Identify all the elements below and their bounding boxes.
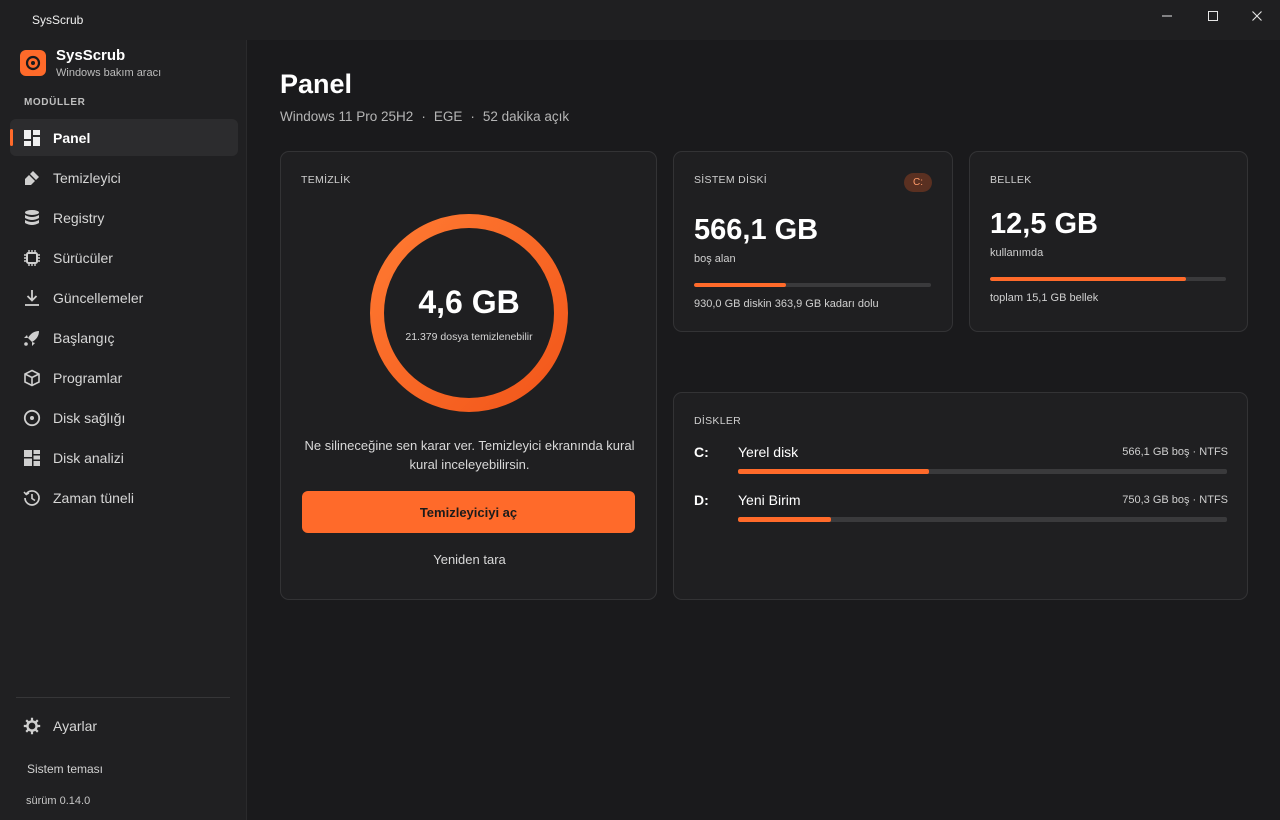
cleanable-size: 4,6 GB: [418, 284, 520, 320]
disks-card: DİSKLER C: Yerel disk 566,1 GB boş · NTF…: [673, 392, 1248, 600]
cleanup-card: TEMİZLİK 4,6 GB 21.379 dosya temizlenebi…: [280, 151, 657, 600]
uptime: 52 dakika açık: [482, 109, 570, 124]
maximize-icon: [1208, 11, 1218, 21]
sidebar: SysScrub Windows bakım aracı MODÜLLER Pa…: [0, 40, 247, 820]
title-bar: SysScrub: [0, 0, 1280, 40]
drive-badge: C:: [904, 173, 932, 192]
system-disk-card: SİSTEM DİSKİ C: 566,1 GB boş alan 930,0 …: [673, 151, 953, 332]
memory-label: BELLEK: [990, 174, 1032, 186]
sidebar-item-settings[interactable]: Ayarlar: [22, 716, 97, 736]
open-cleaner-button[interactable]: Temizleyiciyi aç: [302, 491, 635, 533]
memory-used-label: kullanımda: [990, 247, 1044, 259]
disk-info: 566,1 GB boş · NTFS: [1122, 446, 1228, 458]
sidebar-nav: Panel Temizleyici Registry Sürücüler Gün…: [10, 119, 238, 519]
broom-icon: [22, 168, 42, 188]
page-title: Panel: [280, 69, 353, 99]
cleanable-file-count: 21.379 dosya temizlenebilir: [405, 331, 533, 343]
disks-label: DİSKLER: [694, 415, 742, 427]
modules-section-label: MODÜLLER: [24, 97, 86, 108]
download-icon: [22, 288, 42, 308]
system-disk-free-label: boş alan: [694, 253, 736, 265]
sidebar-item-drivers[interactable]: Sürücüler: [10, 239, 238, 276]
cleanup-description: Ne silineceğine sen karar ver. Temizleyi…: [304, 438, 635, 472]
system-disk-free: 566,1 GB: [694, 214, 819, 246]
database-icon: [22, 208, 42, 228]
sidebar-item-timeline[interactable]: Zaman tüneli: [10, 479, 238, 516]
disk-letter: C:: [694, 444, 709, 460]
memory-used: 12,5 GB: [990, 208, 1098, 240]
close-button[interactable]: [1234, 0, 1280, 32]
sidebar-item-label: Panel: [53, 129, 91, 146]
sidebar-item-label: Güncellemeler: [53, 289, 144, 306]
history-icon: [22, 488, 42, 508]
sidebar-item-label: Disk analizi: [53, 449, 124, 466]
version-label: sürüm 0.14.0: [26, 795, 91, 807]
sidebar-item-disk-health[interactable]: Disk sağlığı: [10, 399, 238, 436]
sidebar-item-label: Programlar: [53, 369, 123, 386]
main-content: Panel Windows 11 Pro 25H2 · EGE · 52 dak…: [248, 40, 1280, 820]
window-title: SysScrub: [32, 13, 84, 27]
cleanup-ring: 4,6 GB 21.379 dosya temizlenebilir: [367, 211, 571, 415]
sidebar-item-label: Sürücüler: [53, 249, 113, 266]
minimize-icon: [1162, 15, 1172, 17]
app-logo-icon: [20, 50, 46, 76]
brand: SysScrub Windows bakım aracı: [20, 48, 161, 79]
sidebar-item-registry[interactable]: Registry: [10, 199, 238, 236]
disk-letter: D:: [694, 492, 709, 508]
system-info: Windows 11 Pro 25H2 · EGE · 52 dakika aç…: [280, 109, 570, 124]
maximize-button[interactable]: [1190, 0, 1236, 32]
disk-name: Yerel disk: [738, 444, 799, 460]
close-icon: [1252, 11, 1262, 21]
sidebar-item-label: Başlangıç: [53, 329, 115, 346]
rescan-button[interactable]: Yeniden tara: [281, 552, 658, 567]
disk-name: Yeni Birim: [738, 492, 801, 508]
settings-label: Ayarlar: [53, 718, 98, 734]
brand-subtitle: Windows bakım aracı: [56, 67, 162, 79]
sidebar-item-cleaner[interactable]: Temizleyici: [10, 159, 238, 196]
sidebar-item-updates[interactable]: Güncellemeler: [10, 279, 238, 316]
disk-info: 750,3 GB boş · NTFS: [1122, 494, 1228, 506]
sidebar-item-label: Zaman tüneli: [53, 489, 134, 506]
sidebar-item-label: Registry: [53, 209, 105, 226]
host-name: EGE: [433, 109, 463, 124]
rocket-icon: [22, 328, 42, 348]
memory-footer: toplam 15,1 GB bellek: [990, 292, 1099, 304]
package-icon: [22, 368, 42, 388]
sidebar-item-programs[interactable]: Programlar: [10, 359, 238, 396]
sidebar-item-startup[interactable]: Başlangıç: [10, 319, 238, 356]
cleanup-card-label: TEMİZLİK: [301, 174, 351, 186]
minimize-button[interactable]: [1144, 0, 1190, 32]
memory-card: BELLEK 12,5 GB kullanımda toplam 15,1 GB…: [969, 151, 1248, 332]
system-disk-label: SİSTEM DİSKİ: [694, 174, 768, 186]
sidebar-item-panel[interactable]: Panel: [10, 119, 238, 156]
disk-row[interactable]: D: Yeni Birim 750,3 GB boş · NTFS: [694, 492, 1228, 532]
memory-usage-bar: [990, 277, 1226, 281]
disk-usage-bar: [738, 469, 1227, 474]
disk-usage-bar: [738, 517, 1227, 522]
sidebar-item-label: Disk sağlığı: [53, 409, 126, 426]
sidebar-item-disk-analysis[interactable]: Disk analizi: [10, 439, 238, 476]
treemap-icon: [22, 448, 42, 468]
os-version: Windows 11 Pro 25H2: [280, 109, 414, 124]
theme-toggle[interactable]: Sistem teması: [27, 762, 103, 776]
system-disk-usage-bar: [694, 283, 931, 287]
gear-icon: [22, 716, 42, 736]
disk-row[interactable]: C: Yerel disk 566,1 GB boş · NTFS: [694, 444, 1228, 484]
brand-name: SysScrub: [56, 47, 126, 64]
dashboard-icon: [22, 128, 42, 148]
disk-health-icon: [22, 408, 42, 428]
system-disk-footer: 930,0 GB diskin 363,9 GB kadarı dolu: [694, 298, 879, 310]
sidebar-divider: [16, 697, 230, 698]
sidebar-item-label: Temizleyici: [53, 169, 121, 186]
chip-icon: [22, 248, 42, 268]
